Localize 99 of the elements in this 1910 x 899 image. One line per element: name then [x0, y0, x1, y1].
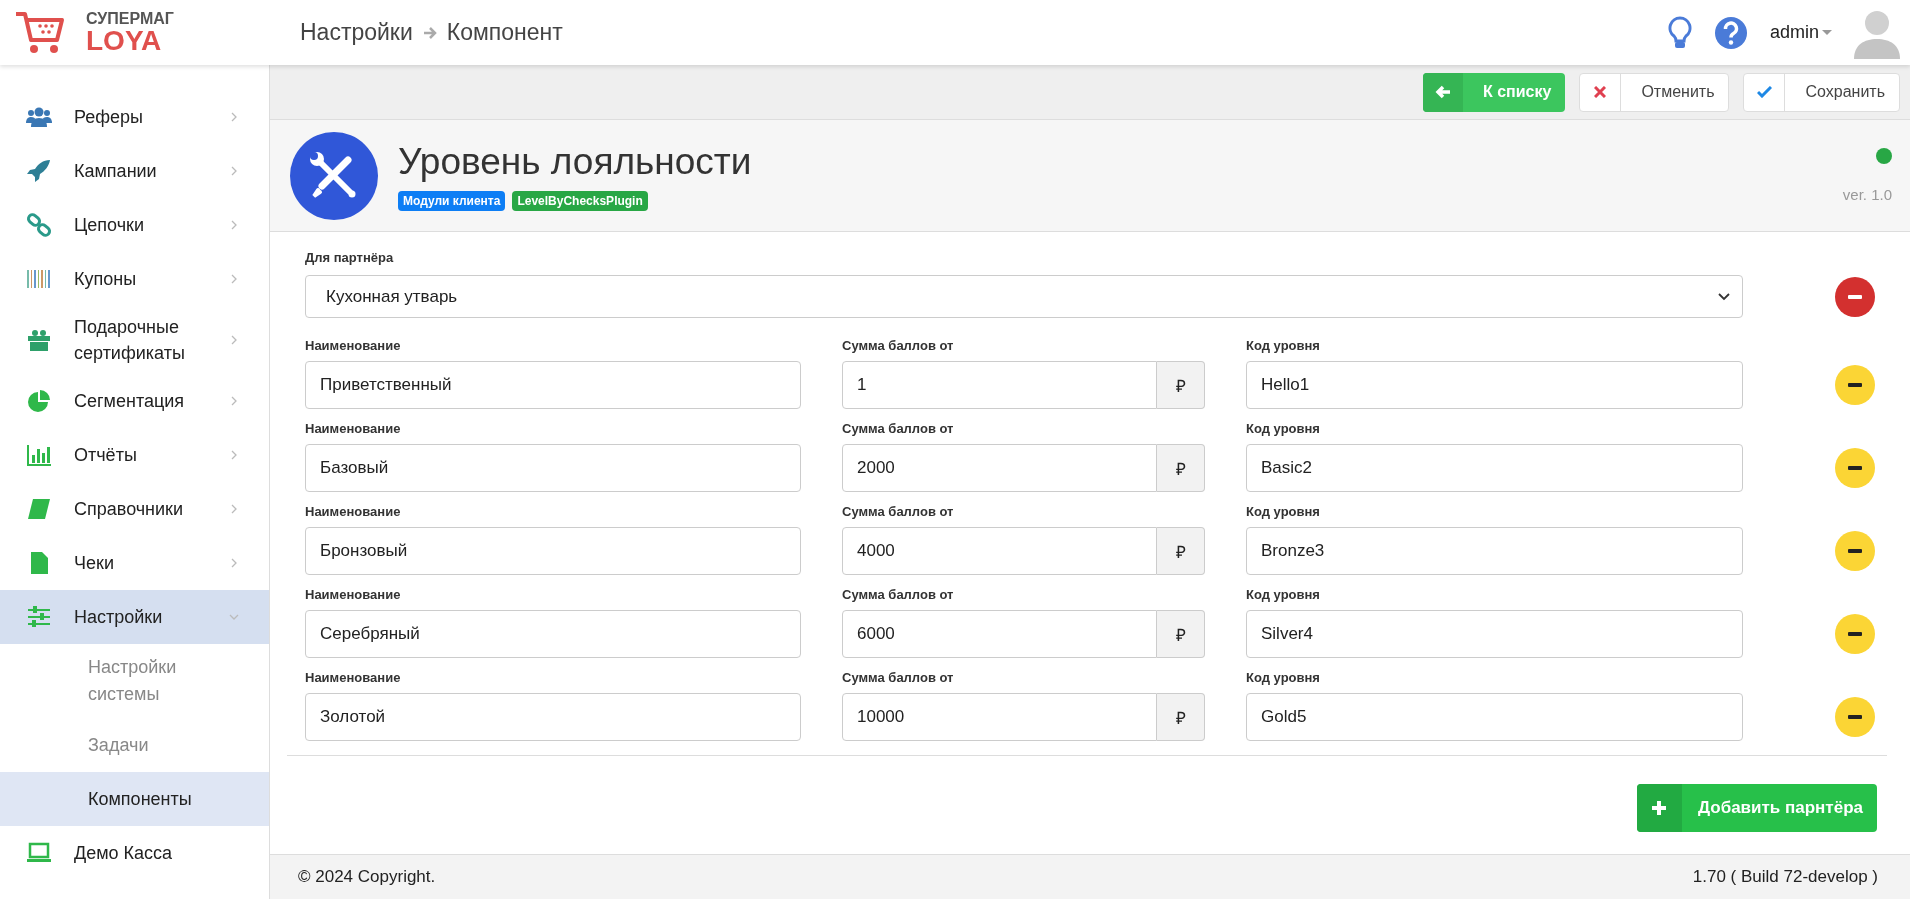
lightbulb-icon[interactable] [1667, 15, 1692, 50]
sidebar-item[interactable]: Цепочки [0, 198, 269, 252]
sidebar-item[interactable]: Отчёты [0, 428, 269, 483]
caret-icon [1822, 29, 1832, 36]
field-label: Сумма баллов от [842, 670, 955, 685]
field-label: Код уровня [1246, 670, 1321, 685]
field-label: Наименование [305, 421, 402, 436]
name-field[interactable]: Серебряный [305, 610, 801, 658]
name-field[interactable]: Золотой [305, 693, 801, 741]
chevron-right-icon [229, 220, 239, 230]
field-label: Наименование [305, 670, 402, 685]
chevron-right-icon [229, 274, 239, 284]
field-label: Сумма баллов от [842, 421, 955, 436]
copyright-text: © 2024 Copyright. [298, 867, 436, 887]
field-label: Код уровня [1246, 587, 1321, 602]
currency-addon: ₽ [1157, 444, 1205, 492]
partner-select[interactable]: Кухонная утварь [305, 275, 1743, 318]
chevron-right-icon [229, 166, 239, 176]
chart-icon [26, 443, 52, 468]
submenu-item[interactable]: Настройки системы [0, 644, 269, 719]
level-code-field[interactable]: Gold5 [1246, 693, 1743, 741]
version-label: ver. 1.0 [1842, 186, 1892, 203]
points-field[interactable]: 6000 [842, 610, 1157, 658]
level-code-field[interactable]: Silver4 [1246, 610, 1743, 658]
close-icon [1594, 86, 1607, 98]
remove-level-button[interactable] [1835, 697, 1875, 737]
build-version: 1.70 ( Build 72-develop ) [1692, 867, 1878, 887]
field-label: Код уровня [1246, 421, 1321, 436]
sidebar-item[interactable]: Справочники [0, 482, 269, 537]
chevron-right-icon [229, 112, 239, 122]
field-label: Наименование [305, 587, 402, 602]
name-field[interactable]: Бронзовый [305, 527, 801, 575]
remove-level-button[interactable] [1835, 365, 1875, 405]
people-icon [26, 105, 52, 129]
user-menu[interactable]: admin [1769, 22, 1832, 43]
breadcrumb-item: Компонент [446, 19, 563, 46]
cancel-button[interactable]: Отменить [1579, 72, 1730, 112]
level-code-field[interactable]: Hello1 [1246, 361, 1743, 409]
field-label: Код уровня [1246, 338, 1321, 353]
remove-level-button[interactable] [1835, 531, 1875, 571]
name-field[interactable]: Базовый [305, 444, 801, 492]
field-label: Для партнёра [305, 250, 395, 265]
tools-icon [290, 131, 378, 220]
field-label: Наименование [305, 338, 402, 353]
sidebar-item[interactable]: Купоны [0, 252, 269, 306]
sidebar-item[interactable]: Сегментация [0, 374, 269, 429]
chevron-right-icon [229, 504, 239, 515]
sidebar-item[interactable]: Кампании [0, 144, 269, 198]
logo-subtitle: СУПЕРМАГ [86, 10, 174, 27]
points-field[interactable]: 2000 [842, 444, 1157, 492]
sidebar-item[interactable]: Чеки [0, 536, 269, 591]
remove-level-button[interactable] [1835, 614, 1875, 654]
gift-icon [26, 328, 52, 353]
pie-icon [26, 389, 52, 414]
field-label: Сумма баллов от [842, 587, 955, 602]
sliders-icon [26, 605, 52, 630]
logo-title: LOYA [86, 26, 163, 55]
field-label: Наименование [305, 504, 402, 519]
component-title: Уровень лояльности [398, 140, 753, 183]
points-field[interactable]: 4000 [842, 527, 1157, 575]
level-code-field[interactable]: Bronze3 [1246, 527, 1743, 575]
help-icon[interactable] [1713, 15, 1748, 50]
chevron-down-icon [1718, 292, 1730, 301]
cart-logo-icon [14, 10, 66, 55]
book-icon [26, 497, 52, 522]
name-field[interactable]: Приветственный [305, 361, 801, 409]
tag: Модули клиента [398, 190, 506, 211]
currency-addon: ₽ [1157, 361, 1205, 409]
sidebar-item[interactable]: Демо Касса [0, 826, 269, 881]
save-button[interactable]: Сохранить [1743, 72, 1900, 112]
arrow-left-icon [1434, 85, 1451, 99]
chevron-right-icon [229, 450, 239, 461]
rocket-icon [26, 159, 52, 183]
currency-addon: ₽ [1157, 527, 1205, 575]
remove-partner-button[interactable] [1835, 276, 1875, 317]
remove-level-button[interactable] [1835, 448, 1875, 488]
checkmark-icon [1757, 86, 1772, 98]
currency-addon: ₽ [1157, 610, 1205, 658]
points-field[interactable]: 1 [842, 361, 1157, 409]
sidebar-item[interactable]: Подарочные сертификаты [0, 306, 269, 375]
arrow-right-icon [422, 25, 437, 40]
currency-addon: ₽ [1157, 693, 1205, 741]
points-field[interactable]: 10000 [842, 693, 1157, 741]
plus-icon [1652, 801, 1667, 815]
field-label: Код уровня [1246, 504, 1321, 519]
field-label: Сумма баллов от [842, 504, 955, 519]
chevron-right-icon [229, 396, 239, 407]
level-code-field[interactable]: Basic2 [1246, 444, 1743, 492]
chevron-right-icon [229, 558, 239, 569]
barcode-icon [26, 267, 52, 291]
submenu-item[interactable]: Задачи [0, 718, 269, 773]
breadcrumb-item: Настройки [300, 19, 413, 46]
sidebar-item[interactable]: Реферы [0, 90, 269, 144]
chevron-right-icon [229, 335, 239, 346]
submenu-item[interactable]: Компоненты [0, 772, 269, 827]
sidebar-item[interactable]: Настройки [0, 590, 269, 645]
field-label: Сумма баллов от [842, 338, 955, 353]
chain-icon [26, 213, 52, 237]
tag: LevelByChecksPlugin [512, 190, 648, 211]
